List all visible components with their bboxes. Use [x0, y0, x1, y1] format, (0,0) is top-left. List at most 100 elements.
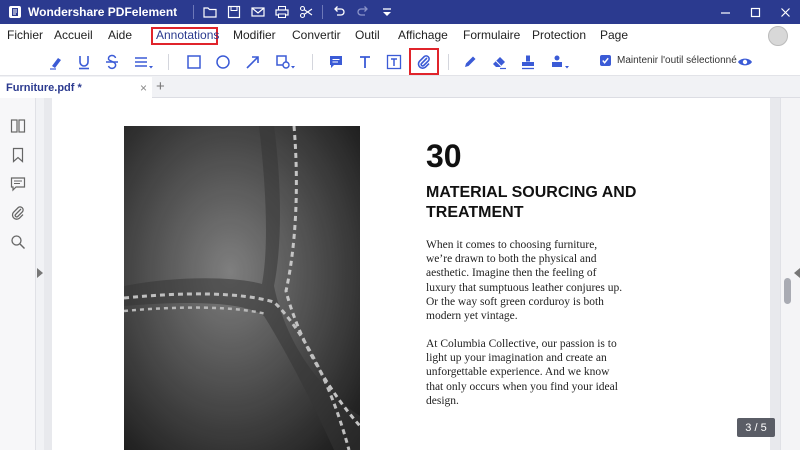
- menu-convertir[interactable]: Convertir: [292, 28, 341, 42]
- app-title: Wondershare PDFelement: [28, 5, 178, 19]
- dropdown-icon: [383, 8, 392, 16]
- undo-button[interactable]: [327, 0, 351, 24]
- attachment-icon: [11, 206, 24, 220]
- left-sidebar: [0, 98, 36, 450]
- menu-modifier[interactable]: Modifier: [233, 28, 276, 42]
- stamp-tool-button[interactable]: [517, 52, 539, 72]
- highlight-icon: [50, 58, 61, 70]
- menu-page[interactable]: Page: [600, 28, 628, 42]
- bookmarks-panel-button[interactable]: [8, 145, 28, 165]
- document-viewport: 30 MATERIAL SOURCING AND TREATMENT When …: [44, 98, 780, 450]
- collapse-sidebar-icon[interactable]: [37, 268, 43, 278]
- minimize-icon: [720, 11, 730, 14]
- shapes-tool-button[interactable]: [272, 52, 300, 72]
- redo-button[interactable]: [351, 0, 375, 24]
- circle-tool-button[interactable]: [212, 52, 234, 72]
- keep-tool-selected-checkbox[interactable]: Maintenir l'outil sélectionné: [600, 55, 737, 66]
- strikethrough-tool-button[interactable]: [101, 52, 123, 72]
- close-tab-button[interactable]: ×: [140, 81, 147, 95]
- save-icon: [228, 5, 241, 19]
- close-window-button[interactable]: [770, 0, 800, 24]
- arrow-tool-button[interactable]: [242, 52, 264, 72]
- menu-accueil[interactable]: Accueil: [54, 28, 93, 42]
- search-icon: [11, 235, 25, 249]
- thumbnails-panel-button[interactable]: [8, 116, 28, 136]
- menu-affichage[interactable]: Affichage: [398, 28, 448, 42]
- cut-button[interactable]: [294, 0, 318, 24]
- text-lines-tool-button[interactable]: [130, 52, 158, 72]
- vertical-scrollbar[interactable]: [780, 98, 800, 450]
- underline-tool-button[interactable]: [73, 52, 95, 72]
- text-icon: [360, 56, 370, 68]
- new-tab-button[interactable]: +: [156, 78, 165, 95]
- checkbox-checked[interactable]: [600, 55, 611, 66]
- title-bar: Wondershare PDFelement: [0, 0, 800, 24]
- circle-icon: [216, 55, 230, 69]
- print-button[interactable]: [270, 0, 294, 24]
- signature-stamp-tool-button[interactable]: [546, 52, 574, 72]
- leather-texture-photo: [124, 126, 360, 450]
- bookmark-icon: [12, 147, 24, 163]
- maximize-button[interactable]: [740, 0, 770, 24]
- minimize-button[interactable]: [710, 0, 740, 24]
- menu-outil[interactable]: Outil: [355, 28, 380, 42]
- toolbar-separator: [312, 54, 313, 70]
- attachments-panel-button[interactable]: [8, 203, 28, 223]
- menu-fichier[interactable]: Fichier: [7, 28, 43, 42]
- rectangle-tool-button[interactable]: [183, 52, 205, 72]
- page-section-number: 30: [426, 138, 462, 174]
- comment-tool-button[interactable]: [325, 52, 347, 72]
- tab-label: Furniture.pdf *: [6, 81, 82, 94]
- menu-formulaire[interactable]: Formulaire: [463, 28, 520, 42]
- text-lines-icon: [135, 57, 153, 69]
- comments-icon: [10, 177, 26, 192]
- undo-icon: [334, 6, 345, 16]
- open-folder-button[interactable]: [198, 0, 222, 24]
- keep-tool-label: Maintenir l'outil sélectionné: [617, 55, 737, 66]
- strikethrough-icon: [106, 54, 118, 70]
- comments-panel-button[interactable]: [8, 174, 28, 194]
- attachment-icon: [417, 55, 430, 69]
- tab-furniture-pdf[interactable]: Furniture.pdf * ×: [0, 77, 152, 98]
- search-panel-button[interactable]: [8, 232, 28, 252]
- document-tab-bar: Furniture.pdf * × +: [0, 77, 800, 98]
- eye-icon: [738, 58, 752, 66]
- text-tool-button[interactable]: [354, 52, 376, 72]
- page-section-heading: MATERIAL SOURCING AND TREATMENT: [426, 184, 637, 221]
- annotation-toolbar: Maintenir l'outil sélectionné: [0, 48, 800, 76]
- app-logo-icon: [9, 6, 21, 18]
- redo-icon: [357, 6, 369, 16]
- scrollbar-thumb[interactable]: [784, 278, 791, 304]
- eraser-tool-button[interactable]: [488, 52, 510, 72]
- rectangle-icon: [187, 55, 201, 69]
- menu-bar: Fichier Accueil Aide Annotations Modifie…: [0, 24, 800, 48]
- avatar[interactable]: [768, 26, 788, 46]
- menu-protection[interactable]: Protection: [532, 28, 586, 42]
- email-button[interactable]: [246, 0, 270, 24]
- text-box-icon: [386, 54, 402, 70]
- maximize-icon: [750, 7, 760, 17]
- toolbar-separator: [448, 54, 449, 70]
- highlight-tool-button[interactable]: [45, 52, 67, 72]
- body-paragraph-2: At Columbia Collective, our passion is t…: [426, 338, 618, 407]
- qa-separator: [193, 5, 195, 19]
- show-annotations-button[interactable]: [734, 52, 756, 72]
- menu-aide[interactable]: Aide: [108, 28, 132, 42]
- attachment-tool-button[interactable]: [413, 52, 435, 72]
- save-button[interactable]: [222, 0, 246, 24]
- quick-access-toolbar: [189, 0, 399, 24]
- customize-quick-access-button[interactable]: [375, 0, 399, 24]
- text-box-tool-button[interactable]: [383, 52, 405, 72]
- eraser-icon: [493, 57, 506, 70]
- shapes-icon: [276, 55, 295, 69]
- scissors-icon: [300, 5, 313, 19]
- pencil-icon: [465, 56, 476, 67]
- folder-icon: [203, 7, 217, 18]
- pencil-tool-button[interactable]: [459, 52, 481, 72]
- stamp-icon: [522, 55, 534, 70]
- qa-separator: [322, 5, 324, 19]
- checkmark-icon: [602, 57, 609, 64]
- expand-right-panel-icon[interactable]: [794, 268, 800, 278]
- thumbnails-icon: [10, 119, 26, 133]
- menu-annotations[interactable]: Annotations: [156, 28, 219, 42]
